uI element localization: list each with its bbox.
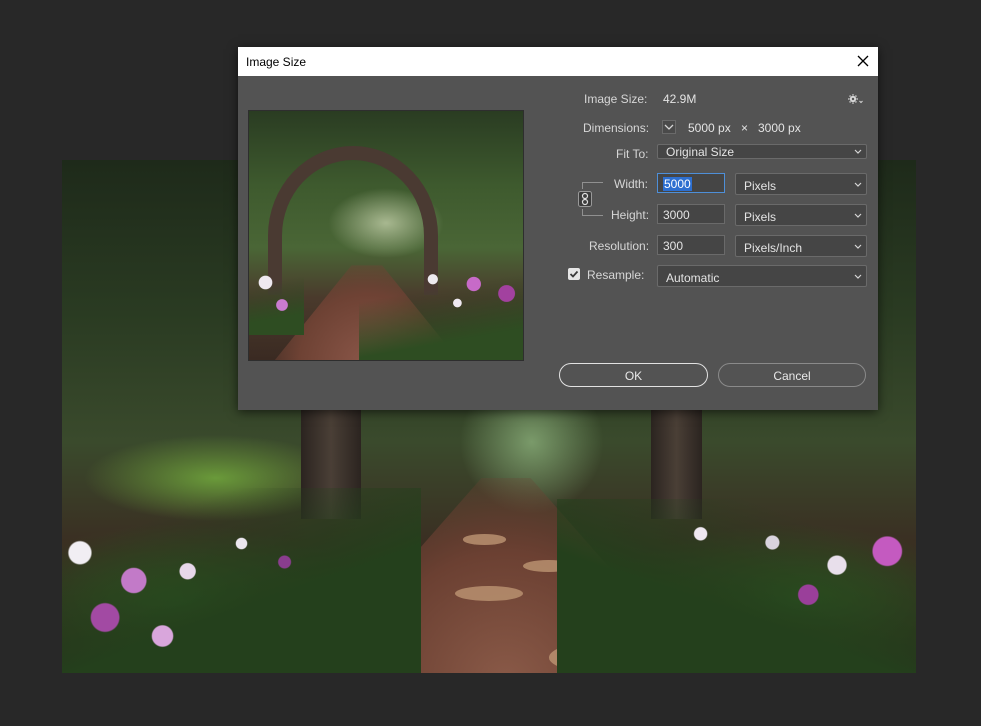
chevron-down-icon bbox=[854, 149, 862, 154]
resolution-value: 300 bbox=[663, 239, 684, 253]
gear-icon bbox=[848, 94, 863, 104]
resample-value: Automatic bbox=[666, 271, 720, 285]
resample-label: Resample: bbox=[587, 268, 645, 282]
dialog-title: Image Size bbox=[246, 55, 307, 69]
image-size-value: 42.9M bbox=[663, 92, 697, 106]
resample-checkbox[interactable] bbox=[568, 268, 580, 280]
ok-button[interactable]: OK bbox=[559, 363, 708, 387]
canvas-stepping-stone bbox=[454, 585, 524, 602]
constrain-proportions-button[interactable] bbox=[578, 191, 592, 207]
resolution-unit-value: Pixels/Inch bbox=[744, 241, 803, 255]
image-preview[interactable] bbox=[248, 110, 524, 361]
resolution-label: Resolution: bbox=[589, 239, 650, 253]
fit-to-value: Original Size bbox=[666, 145, 735, 159]
width-field[interactable]: 5000 bbox=[657, 173, 725, 193]
dimensions-toggle[interactable] bbox=[662, 120, 676, 134]
canvas-stepping-stone bbox=[463, 534, 507, 545]
fit-to-label: Fit To: bbox=[616, 147, 649, 161]
close-button[interactable] bbox=[848, 47, 878, 76]
cancel-button-label: Cancel bbox=[773, 369, 811, 383]
width-unit-dropdown[interactable]: Pixels bbox=[735, 173, 867, 195]
dimensions-height: 3000 px bbox=[758, 121, 801, 135]
height-value: 3000 bbox=[663, 208, 690, 222]
dimensions-width: 5000 px bbox=[688, 121, 731, 135]
image-size-label: Image Size: bbox=[584, 92, 648, 106]
canvas-flowers-right bbox=[557, 498, 916, 673]
height-field[interactable]: 3000 bbox=[657, 204, 725, 224]
height-unit-value: Pixels bbox=[744, 210, 777, 224]
chevron-down-icon bbox=[662, 120, 676, 134]
dimensions-times: × bbox=[741, 121, 749, 135]
canvas-flowers-left bbox=[62, 488, 421, 673]
cancel-button[interactable]: Cancel bbox=[718, 363, 866, 387]
settings-button[interactable] bbox=[848, 93, 864, 108]
checkmark-icon bbox=[569, 270, 579, 278]
resample-dropdown[interactable]: Automatic bbox=[657, 265, 867, 287]
width-value: 5000 bbox=[663, 177, 692, 191]
resolution-field[interactable]: 300 bbox=[657, 235, 725, 255]
chevron-down-icon bbox=[854, 274, 862, 279]
image-size-dialog: Image Size Image Size: 42.9M Dimensions:… bbox=[238, 47, 878, 410]
height-unit-dropdown[interactable]: Pixels bbox=[735, 204, 867, 226]
preview-flowers-right bbox=[358, 265, 523, 360]
preview-flowers-left bbox=[249, 260, 304, 336]
dimensions-label: Dimensions: bbox=[583, 121, 650, 135]
chevron-down-icon bbox=[854, 213, 862, 218]
dialog-titlebar[interactable]: Image Size bbox=[238, 47, 878, 76]
close-icon bbox=[857, 55, 869, 67]
width-unit-value: Pixels bbox=[744, 179, 777, 193]
constrain-bracket-top bbox=[582, 182, 603, 189]
link-icon bbox=[578, 191, 592, 207]
ok-button-label: OK bbox=[624, 369, 643, 383]
fit-to-dropdown[interactable]: Original Size bbox=[657, 144, 867, 159]
constrain-bracket-bottom bbox=[582, 209, 603, 216]
width-label: Width: bbox=[614, 177, 649, 191]
chevron-down-icon bbox=[854, 182, 862, 187]
chevron-down-icon bbox=[854, 244, 862, 249]
height-label: Height: bbox=[611, 208, 650, 222]
resolution-unit-dropdown[interactable]: Pixels/Inch bbox=[735, 235, 867, 257]
